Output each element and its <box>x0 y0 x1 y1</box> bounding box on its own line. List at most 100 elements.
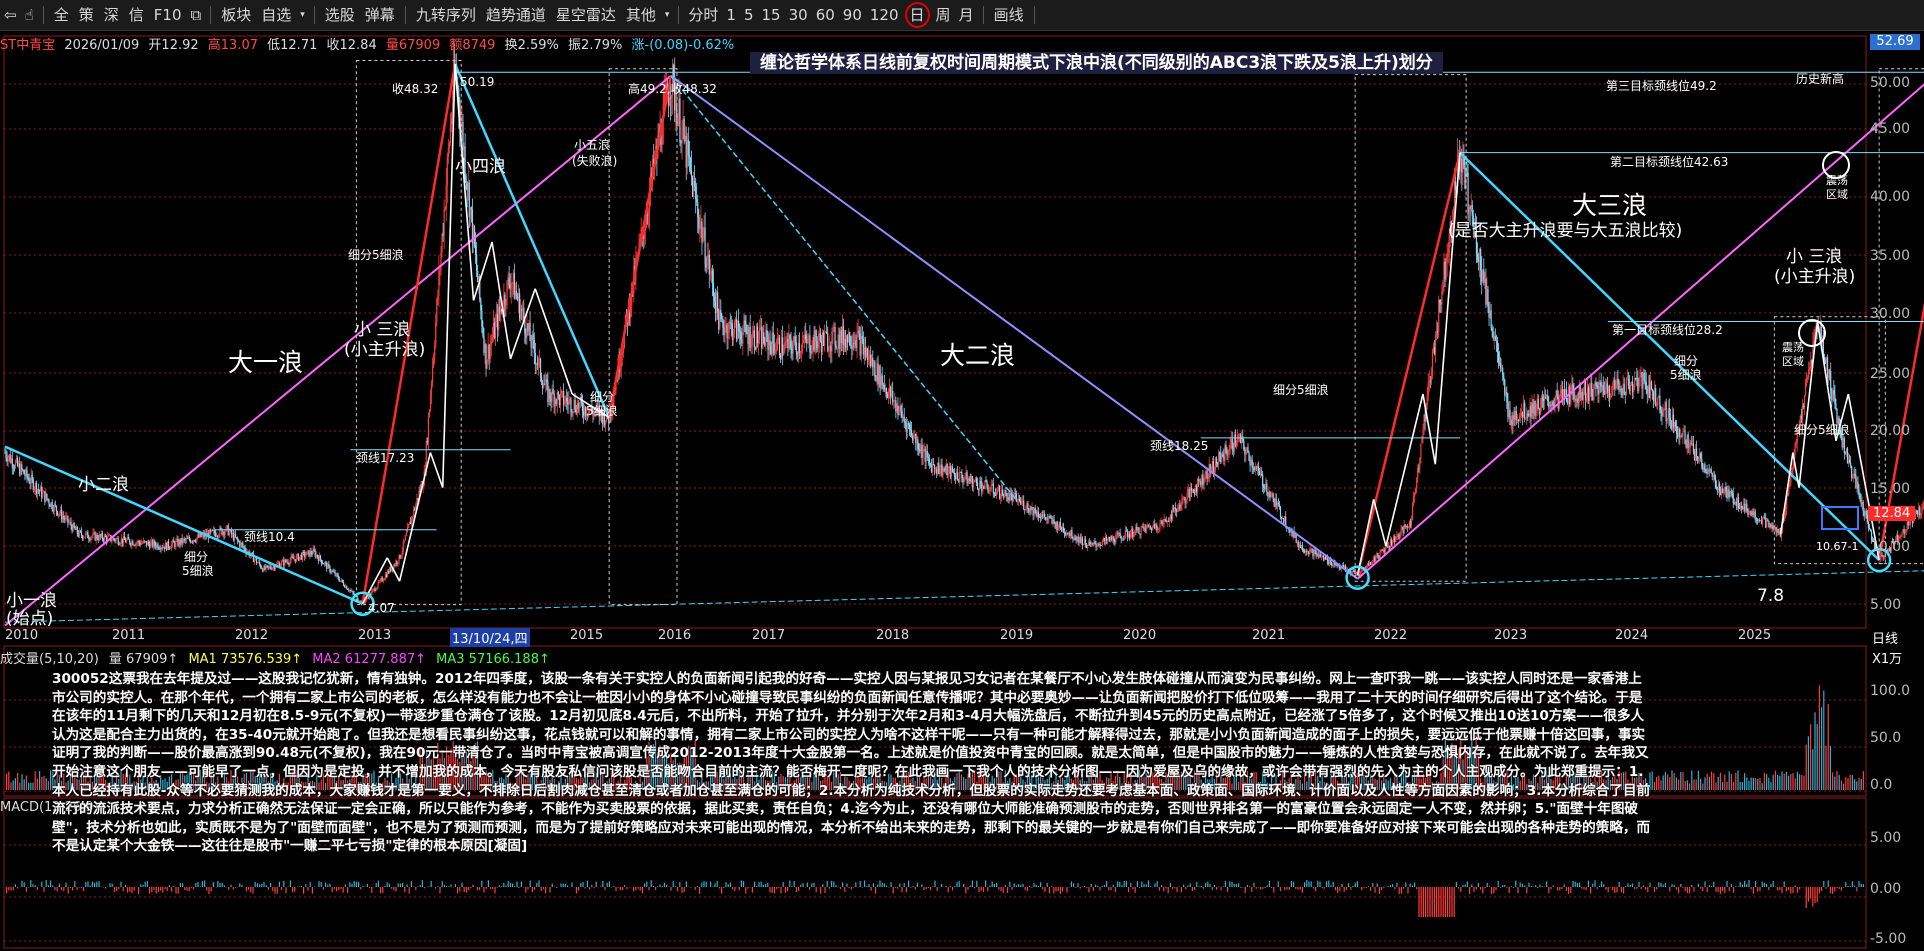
candle-body <box>1216 463 1219 465</box>
candle-body <box>1312 549 1314 557</box>
candle-body <box>841 326 843 343</box>
candle-body <box>1860 499 1862 505</box>
volume-bar <box>1662 775 1664 790</box>
candle-body <box>739 330 741 333</box>
candle-body <box>1001 489 1003 498</box>
macd-bar <box>179 883 181 887</box>
candle-body <box>1324 556 1327 560</box>
candle-body <box>1582 392 1584 401</box>
candle-body <box>720 309 722 319</box>
candle-body <box>1507 402 1509 418</box>
candle-body <box>1256 466 1259 468</box>
candle-body <box>904 421 906 423</box>
candle-body <box>1625 379 1627 396</box>
volume-bar <box>1794 778 1796 790</box>
candle-body <box>1411 504 1414 521</box>
macd-bar <box>439 887 441 894</box>
candle-body <box>57 513 60 516</box>
macd-bar <box>606 882 608 887</box>
candle-body <box>1438 299 1440 333</box>
candle-body <box>286 561 288 563</box>
candle-body <box>1496 341 1499 352</box>
candle-body <box>115 538 117 542</box>
macd-bar <box>228 887 230 890</box>
candle-body <box>507 277 509 281</box>
candle-body <box>5 452 7 458</box>
candle-body <box>827 333 829 352</box>
candle-body <box>1153 523 1155 527</box>
volume-bar <box>1660 780 1662 790</box>
candle-body <box>1120 536 1122 540</box>
candle-body <box>509 284 511 290</box>
macd-bar <box>212 882 214 887</box>
candle-body <box>149 543 151 549</box>
candle-body <box>30 475 32 484</box>
candle-body <box>1190 487 1192 491</box>
candle-body <box>1044 514 1046 517</box>
candle-body <box>1046 518 1048 520</box>
candle-body <box>1272 493 1274 499</box>
candle-body <box>1485 279 1487 305</box>
macd-bar <box>67 887 69 894</box>
candle-body <box>1864 511 1866 516</box>
candle-body <box>1487 289 1489 308</box>
candle-body <box>1262 474 1264 486</box>
candle-body <box>675 103 677 111</box>
candle-body <box>685 135 687 168</box>
candle-body <box>536 363 539 366</box>
candle-body <box>385 574 388 577</box>
volume-bar <box>1741 782 1743 790</box>
candle-body <box>1692 443 1695 452</box>
candle-body <box>1196 485 1198 492</box>
candle-body <box>767 334 769 350</box>
macd-bar <box>116 887 118 892</box>
candle-body <box>394 564 396 566</box>
candle-body <box>141 543 143 544</box>
volume-bar <box>1680 772 1682 790</box>
macd-bar <box>105 887 107 889</box>
candle-body <box>1301 545 1304 551</box>
candle-body <box>376 587 378 590</box>
candle-body <box>270 568 272 570</box>
candle-body <box>920 444 922 451</box>
candle-body <box>1533 400 1535 414</box>
candle-body <box>1400 529 1402 536</box>
candle-body <box>533 339 535 354</box>
volume-bar <box>1816 724 1818 790</box>
macd-bar <box>58 883 60 887</box>
candle-body <box>1028 509 1030 513</box>
candle-body <box>1136 526 1138 531</box>
macd-bar <box>12 887 14 891</box>
candle-body <box>1145 525 1147 532</box>
candle-body <box>378 581 380 583</box>
candle-body <box>404 535 406 541</box>
candle-body <box>1006 493 1008 502</box>
candle-body <box>683 118 685 141</box>
candle-body <box>561 391 564 392</box>
candle-body <box>1626 378 1628 380</box>
volume-bar <box>1792 773 1794 790</box>
candle-body <box>14 461 17 468</box>
candle-body <box>11 458 13 468</box>
candle-body <box>239 541 241 547</box>
candle-body <box>1087 545 1089 548</box>
candle-body <box>66 515 68 517</box>
macd-bar <box>347 887 349 893</box>
candle-body <box>833 327 835 328</box>
candle-body <box>334 572 336 576</box>
candle-body <box>132 541 134 546</box>
candle-body <box>1695 448 1698 457</box>
candle-body <box>1833 390 1835 395</box>
candle-body <box>1402 526 1404 534</box>
candle-body <box>345 585 347 588</box>
candle-body <box>760 327 762 330</box>
candle-body <box>1199 481 1201 482</box>
candle-body <box>1073 537 1075 540</box>
macd-bar <box>162 887 164 893</box>
candle-body <box>990 485 992 490</box>
candle-body <box>42 492 44 498</box>
candle-body <box>682 118 684 128</box>
candle-body <box>786 338 788 342</box>
candle-body <box>8 454 10 458</box>
candle-body <box>1777 529 1779 533</box>
